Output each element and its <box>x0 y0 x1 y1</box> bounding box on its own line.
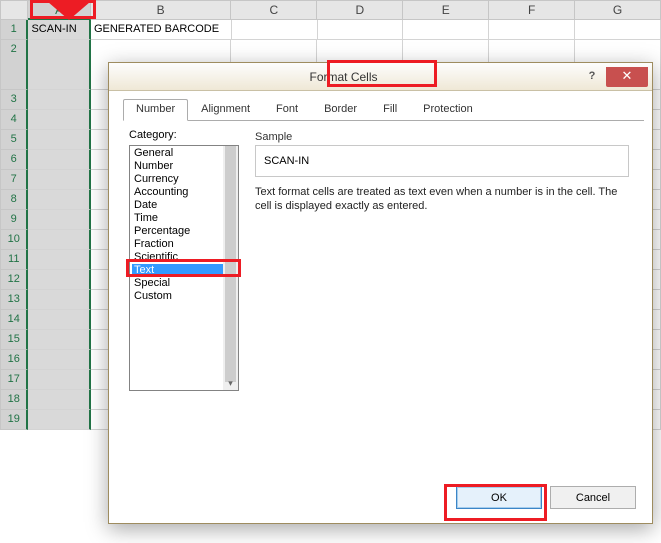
col-head-f[interactable]: F <box>489 0 575 20</box>
close-icon[interactable]: ✕ <box>606 67 648 87</box>
cell[interactable] <box>28 310 90 330</box>
col-head-e[interactable]: E <box>403 0 489 20</box>
cell[interactable] <box>28 370 90 390</box>
row-head[interactable]: 12 <box>0 270 28 290</box>
row-head[interactable]: 10 <box>0 230 28 250</box>
column-headers: A B C D E F G <box>0 0 661 20</box>
row-head[interactable]: 6 <box>0 150 28 170</box>
cell[interactable] <box>28 40 90 90</box>
row-head[interactable]: 14 <box>0 310 28 330</box>
cell[interactable] <box>318 20 404 40</box>
cell[interactable] <box>28 150 90 170</box>
col-head-c[interactable]: C <box>231 0 317 20</box>
cell[interactable] <box>28 410 90 430</box>
cell[interactable] <box>28 210 90 230</box>
category-item[interactable]: Fraction <box>132 238 223 251</box>
cell[interactable]: SCAN-IN <box>28 20 91 40</box>
cell[interactable] <box>28 170 90 190</box>
cell[interactable] <box>575 20 661 40</box>
cell[interactable] <box>28 350 90 370</box>
row-head[interactable]: 13 <box>0 290 28 310</box>
row-head[interactable]: 3 <box>0 90 28 110</box>
help-icon[interactable]: ? <box>578 67 606 87</box>
dialog-titlebar[interactable]: Format Cells ? ✕ <box>109 63 652 91</box>
col-head-b[interactable]: B <box>91 0 232 20</box>
cell[interactable] <box>403 20 489 40</box>
category-item[interactable]: Time <box>132 212 223 225</box>
cell[interactable] <box>28 190 90 210</box>
col-head-g[interactable]: G <box>575 0 661 20</box>
cell[interactable]: GENERATED BARCODE <box>91 20 232 40</box>
tab-fill[interactable]: Fill <box>370 99 410 120</box>
row-head[interactable]: 1 <box>0 20 28 40</box>
category-item[interactable]: Custom <box>132 290 223 303</box>
cell[interactable] <box>28 330 90 350</box>
category-description: Text format cells are treated as text ev… <box>255 185 631 213</box>
row-head[interactable]: 5 <box>0 130 28 150</box>
cancel-button[interactable]: Cancel <box>550 486 636 509</box>
row-head[interactable]: 19 <box>0 410 28 430</box>
category-item[interactable]: Special <box>132 277 223 290</box>
category-item[interactable]: Date <box>132 199 223 212</box>
scroll-thumb[interactable] <box>225 146 236 382</box>
cell[interactable] <box>28 130 90 150</box>
category-item[interactable]: Percentage <box>132 225 223 238</box>
sample-box: SCAN-IN <box>255 145 629 177</box>
category-item[interactable]: Text <box>132 264 223 277</box>
row-head[interactable]: 17 <box>0 370 28 390</box>
row-head[interactable]: 11 <box>0 250 28 270</box>
sample-label: Sample <box>255 131 292 143</box>
dialog-tabs: NumberAlignmentFontBorderFillProtection <box>123 99 644 121</box>
tab-number[interactable]: Number <box>123 99 188 121</box>
scrollbar[interactable]: ▴ ▾ <box>223 146 238 390</box>
cell[interactable] <box>28 110 90 130</box>
format-cells-dialog: Format Cells ? ✕ NumberAlignmentFontBord… <box>108 62 653 524</box>
category-item[interactable]: Scientific <box>132 251 223 264</box>
row-head[interactable]: 18 <box>0 390 28 410</box>
category-item[interactable]: Currency <box>132 173 223 186</box>
row-head[interactable]: 2 <box>0 40 28 90</box>
cell[interactable] <box>28 390 90 410</box>
cell[interactable] <box>28 90 90 110</box>
cell[interactable] <box>28 270 90 290</box>
row-head[interactable]: 9 <box>0 210 28 230</box>
dialog-body: Category: GeneralNumberCurrencyAccountin… <box>109 121 652 523</box>
tab-alignment[interactable]: Alignment <box>188 99 263 120</box>
cell[interactable] <box>28 250 90 270</box>
row-head[interactable]: 8 <box>0 190 28 210</box>
category-item[interactable]: Accounting <box>132 186 223 199</box>
red-arrow-icon <box>48 0 90 20</box>
category-item[interactable]: Number <box>132 160 223 173</box>
row-head[interactable]: 4 <box>0 110 28 130</box>
category-item[interactable]: General <box>132 147 223 160</box>
scroll-down-icon[interactable]: ▾ <box>226 379 235 388</box>
category-label: Category: <box>129 129 636 141</box>
select-all-corner[interactable] <box>0 0 28 20</box>
row-head[interactable]: 15 <box>0 330 28 350</box>
col-head-d[interactable]: D <box>317 0 403 20</box>
tab-protection[interactable]: Protection <box>410 99 486 120</box>
sample-value: SCAN-IN <box>264 155 309 167</box>
cell[interactable] <box>489 20 575 40</box>
cell[interactable] <box>28 290 90 310</box>
row-head[interactable]: 16 <box>0 350 28 370</box>
cell[interactable] <box>232 20 318 40</box>
cell[interactable] <box>28 230 90 250</box>
ok-button[interactable]: OK <box>456 486 542 509</box>
dialog-title: Format Cells <box>109 70 578 84</box>
category-listbox[interactable]: GeneralNumberCurrencyAccountingDateTimeP… <box>129 145 239 391</box>
tab-border[interactable]: Border <box>311 99 370 120</box>
tab-font[interactable]: Font <box>263 99 311 120</box>
row-head[interactable]: 7 <box>0 170 28 190</box>
